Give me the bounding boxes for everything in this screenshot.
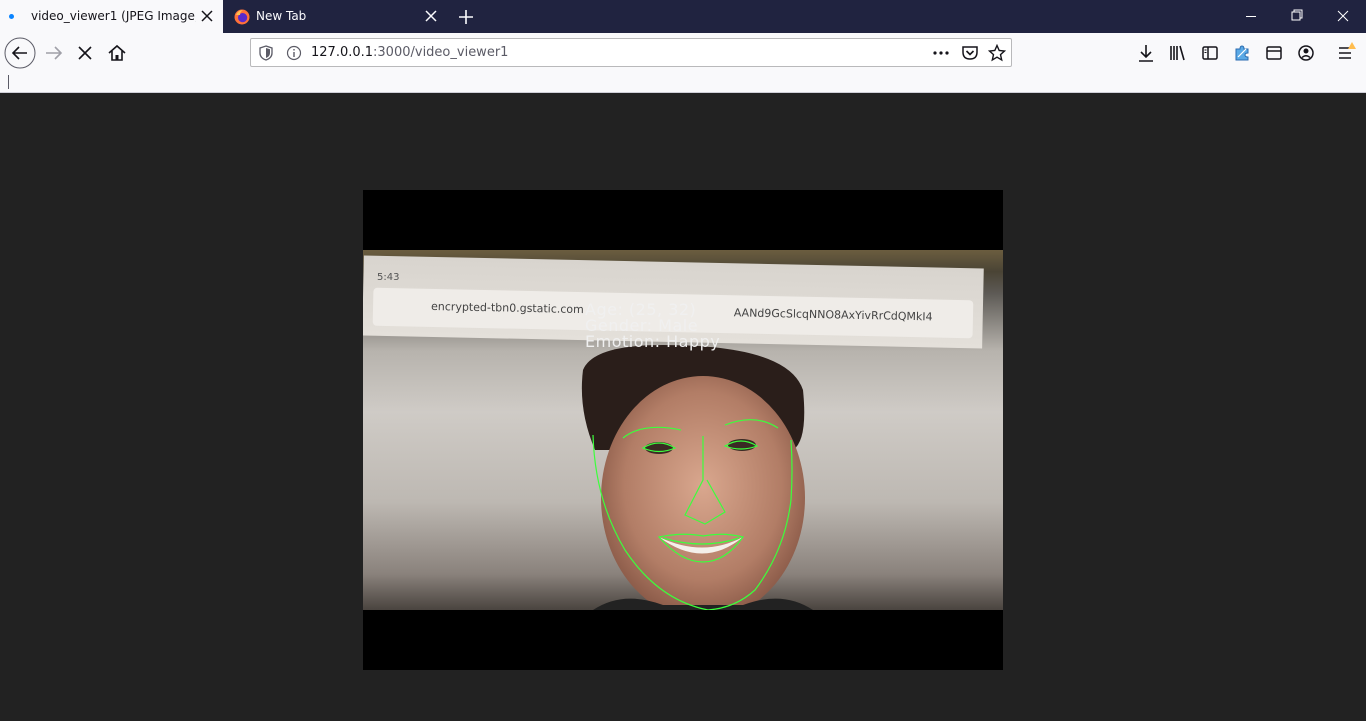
site-info-icon[interactable] <box>286 45 302 61</box>
extension-puzzle-icon[interactable] <box>1226 37 1258 69</box>
sidebar-icon[interactable] <box>1194 37 1226 69</box>
tab-bar: video_viewer1 (JPEG Image, 640 New Tab <box>0 0 1366 33</box>
home-icon[interactable] <box>101 37 133 69</box>
face-skin <box>601 376 805 610</box>
url-text[interactable]: 127.0.0.1:3000/video_viewer1 <box>311 45 508 60</box>
page-actions-menu-icon[interactable] <box>932 45 950 61</box>
url-path: :3000/video_viewer1 <box>373 45 509 60</box>
close-window-icon[interactable] <box>1320 0 1366 33</box>
close-tab-icon[interactable] <box>423 8 439 24</box>
bookmark-star-icon[interactable] <box>988 44 1006 62</box>
jpeg-video-frame[interactable]: 5:43 encrypted-tbn0.gstatic.com AANd9GcSl… <box>363 190 1003 670</box>
url-host: 127.0.0.1 <box>311 45 374 60</box>
downloads-icon[interactable] <box>1130 37 1162 69</box>
library-icon[interactable] <box>1162 37 1194 69</box>
tab-video-viewer[interactable]: video_viewer1 (JPEG Image, 640 <box>0 0 223 33</box>
image-viewer-page: 5:43 encrypted-tbn0.gstatic.com AANd9GcSl… <box>0 93 1366 721</box>
tracking-protection-shield-icon[interactable] <box>258 45 274 61</box>
tab-title: New Tab <box>256 9 307 23</box>
account-icon[interactable] <box>1290 37 1322 69</box>
text-caret <box>8 75 9 89</box>
loading-indicator-icon <box>9 14 14 19</box>
camera-scene: 5:43 encrypted-tbn0.gstatic.com AANd9GcSl… <box>363 250 1003 610</box>
stop-loading-icon[interactable] <box>69 37 101 69</box>
restore-window-icon[interactable] <box>1274 0 1320 33</box>
tab-containers-icon[interactable] <box>1258 37 1290 69</box>
firefox-logo-icon <box>234 9 250 25</box>
close-tab-icon[interactable] <box>199 8 215 24</box>
pocket-icon[interactable] <box>961 44 979 62</box>
back-arrow-icon[interactable] <box>4 37 36 69</box>
navigation-toolbar: 127.0.0.1:3000/video_viewer1 <box>0 33 1366 73</box>
tab-title: video_viewer1 (JPEG Image, 640 <box>31 9 196 23</box>
forward-arrow-icon[interactable] <box>38 37 70 69</box>
emotion-label: Emotion: Happy <box>585 332 721 351</box>
app-menu-hamburger-icon[interactable] <box>1330 37 1362 69</box>
minimize-window-icon[interactable] <box>1228 0 1274 33</box>
address-bar[interactable]: 127.0.0.1:3000/video_viewer1 <box>250 38 1012 67</box>
status-strip <box>0 73 1366 93</box>
new-tab-plus-icon[interactable] <box>455 6 477 28</box>
tab-new-tab[interactable]: New Tab <box>224 0 447 33</box>
